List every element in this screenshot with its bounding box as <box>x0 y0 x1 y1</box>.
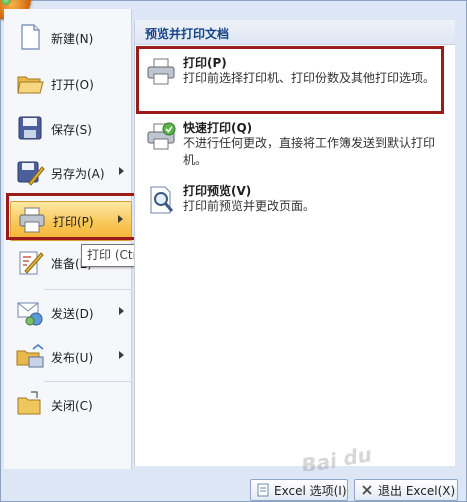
options-page-icon <box>257 483 269 497</box>
open-folder-icon <box>17 76 44 94</box>
menu-item-new[interactable]: 新建(N) <box>9 19 132 57</box>
close-folder-icon <box>17 391 41 415</box>
prepare-icon <box>19 251 44 275</box>
close-x-icon <box>362 485 372 495</box>
menu-item-publish[interactable]: 发布(U) <box>9 338 132 376</box>
print-command-highlight <box>6 193 139 240</box>
menu-separator <box>44 381 132 382</box>
send-icon <box>17 302 43 326</box>
office-menu-window: 新建(N) 打开(O) 保存(S) 另存为(A) 打印(P) 准备(E) 发送(… <box>0 0 467 502</box>
menu-item-open[interactable]: 打开(O) <box>9 65 132 103</box>
excel-options-button[interactable]: Excel 选项(I) <box>250 479 348 501</box>
new-document-icon <box>21 24 40 50</box>
menu-item-close[interactable]: 关闭(C) <box>9 386 132 424</box>
bottom-bar: Excel 选项(I) 退出 Excel(X) <box>1 471 466 501</box>
quick-print-icon <box>147 122 176 150</box>
submenu-arrow-icon <box>119 167 124 175</box>
option-print-preview[interactable]: 打印预览(V) 打印前预览并更改页面。 <box>141 182 443 218</box>
submenu-arrow-icon <box>119 351 124 359</box>
save-as-icon <box>17 161 45 186</box>
menu-item-save-as[interactable]: 另存为(A) <box>9 154 132 192</box>
option-quick-print[interactable]: 快速打印(Q) 不进行任何更改，直接将工作簿发送到默认打印机。 <box>141 119 443 167</box>
panel-header: 预览并打印文档 <box>135 20 455 45</box>
save-disk-icon <box>18 116 42 140</box>
menu-separator <box>44 289 132 290</box>
menu-item-send[interactable]: 发送(D) <box>9 294 132 332</box>
exit-excel-button[interactable]: 退出 Excel(X) <box>354 479 458 501</box>
print-preview-icon <box>150 186 174 214</box>
print-option-highlight <box>136 46 444 114</box>
menu-item-save[interactable]: 保存(S) <box>9 110 132 148</box>
office-logo-icon <box>1 0 11 5</box>
submenu-arrow-icon <box>119 307 124 315</box>
publish-icon <box>16 344 44 368</box>
